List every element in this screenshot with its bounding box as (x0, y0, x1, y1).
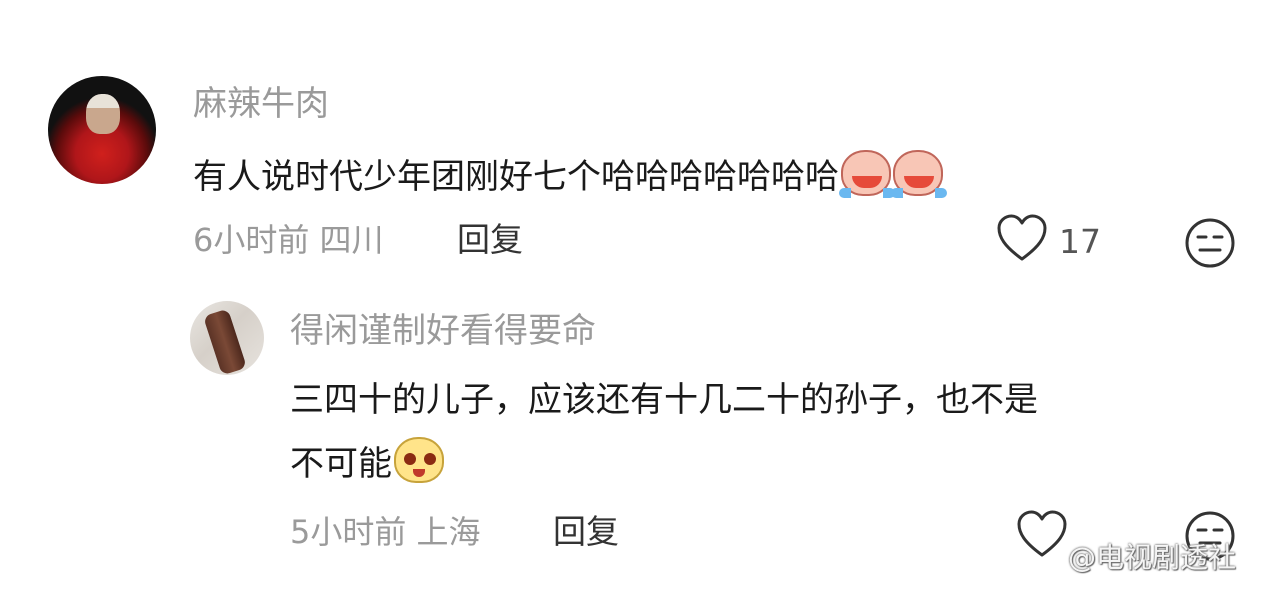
comment-username[interactable]: 麻辣牛肉 (193, 84, 329, 124)
reply-button[interactable]: 回复 (457, 220, 523, 260)
reply-like-heart-icon[interactable] (1016, 509, 1068, 559)
reply-username[interactable]: 得闲谨制好看得要命 (290, 311, 596, 351)
comment-text: 有人说时代少年团刚好七个哈哈哈哈哈哈哈 (193, 157, 839, 197)
reply-text-line2: 不可能 (290, 444, 392, 484)
avatar-figure (86, 94, 120, 134)
reply-meta: 5小时前 上海 (290, 512, 481, 552)
reply-avatar[interactable] (190, 301, 264, 375)
reply-time: 5小时前 (290, 513, 407, 551)
avatar-bottle (203, 308, 247, 375)
reply-reply-button[interactable]: 回复 (553, 512, 619, 552)
comment-meta: 6小时前 四川 (193, 220, 384, 260)
watermark: @电视剧透社 (1068, 541, 1237, 574)
reply-location: 上海 (416, 513, 481, 551)
cute-face-icon (394, 437, 444, 483)
dislike-face-icon[interactable] (1184, 217, 1236, 269)
comment-time: 6小时前 (193, 221, 310, 259)
crying-laugh-icon (839, 150, 895, 198)
crying-laugh-icon (891, 150, 947, 198)
like-heart-icon[interactable] (996, 213, 1048, 263)
comment-location: 四川 (319, 221, 384, 259)
reply-text-line1: 三四十的儿子，应该还有十几二十的孙子，也不是 (290, 380, 1038, 420)
like-count: 17 (1059, 222, 1101, 261)
reply-text-line2-wrap: 不可能 (290, 437, 444, 488)
comment-text-line: 有人说时代少年团刚好七个哈哈哈哈哈哈哈 (193, 150, 947, 201)
avatar[interactable] (48, 76, 156, 184)
